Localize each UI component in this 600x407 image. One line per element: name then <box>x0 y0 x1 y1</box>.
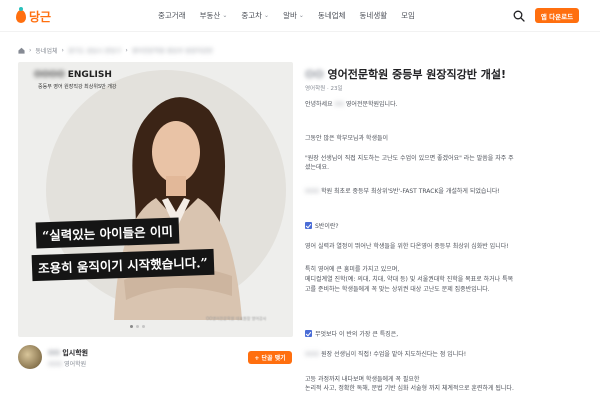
nav-item-label: 중고거래 <box>158 11 186 20</box>
main-nav: 중고거래 부동산 ⌄ 중고차 ⌄ 알바 ⌄ 동네업체 동네생활 모임 <box>158 10 429 21</box>
greeting-blurred: OO <box>334 101 344 108</box>
post-paragraph: "원장 선생님이 직접 지도하는 고난도 수업이 있으면 좋겠어요" 라는 말씀… <box>305 155 514 162</box>
business-profile: OO 입시학원 OOO 영어학원 + 단골 맺기 <box>18 345 293 375</box>
post-paragraph: 그동안 많은 학부모님과 학생들이 <box>305 135 389 142</box>
nav-item[interactable]: 동네생활 <box>360 10 388 21</box>
nav-item[interactable]: 동네업체 <box>318 10 346 21</box>
breadcrumb-post: 영어전문학원 중등부 원장직강반 <box>131 48 213 55</box>
post-paragraph: 특히 영어에 큰 흥미를 가지고 있으며, <box>305 266 400 273</box>
business-category-blurred: OOO <box>48 361 63 368</box>
carousel-dot[interactable] <box>136 325 139 328</box>
breadcrumb: › 동네업체 › 경기도 성남시 분당구 › 영어전문학원 중등부 원장직강반 <box>18 46 213 55</box>
top-header: 당근 중고거래 부동산 ⌄ 중고차 ⌄ 알바 ⌄ 동네업체 동네생활 모임 앱 다운로드 <box>0 0 600 32</box>
nav-item-label: 중고차 <box>241 11 263 20</box>
nav-item[interactable]: 중고거래 <box>158 10 186 21</box>
paragraph-text: 학원 최초로 중등부 최상위'S반'-FAST TRACK을 개설하게 되었습니… <box>321 188 500 195</box>
search-icon[interactable] <box>513 10 525 22</box>
paragraph-text: 원장 선생님이 직접! 수업을 맡아 지도하신다는 점 입니다! <box>321 351 467 358</box>
business-category-text: 영어학원 <box>64 361 87 368</box>
carrot-icon <box>16 7 26 23</box>
post-paragraph: OOO 학원 최초로 중등부 최상위'S반'-FAST TRACK을 개설하게 … <box>305 187 500 196</box>
logo-text: 당근 <box>29 10 52 24</box>
greeting-post: 영어전문학원입니다. <box>345 101 398 108</box>
breadcrumb-separator: › <box>61 47 64 54</box>
nav-item[interactable]: 중고차 ⌄ <box>241 10 269 21</box>
nav-item[interactable]: 부동산 ⌄ <box>200 10 228 21</box>
carousel-dot[interactable] <box>130 325 133 328</box>
breadcrumb-region[interactable]: 경기도 성남시 분당구 <box>68 46 122 55</box>
nav-item-label: 동네업체 <box>317 11 346 20</box>
post-greeting: 안녕하세요 OO 영어전문학원입니다. <box>305 100 398 109</box>
paragraph-blurred: OOO <box>305 188 320 195</box>
teacher-photo <box>114 97 242 320</box>
check-icon <box>305 330 312 337</box>
question-text: S반이란? <box>315 223 339 230</box>
nav-item-label: 부동산 <box>199 11 221 20</box>
hero-quote-line1: “실력있는 아이들은 이미 <box>35 217 180 249</box>
post-paragraph: 고등 과정까지 내다보며 학생들에게 꼭 필요한 <box>305 376 420 383</box>
carousel-dot[interactable] <box>142 325 145 328</box>
check-icon <box>305 222 312 229</box>
home-icon[interactable] <box>18 47 25 54</box>
nav-item[interactable]: 알바 ⌄ <box>283 10 304 21</box>
carousel-dots <box>130 325 145 328</box>
hero-caption: OO영어전문학원 대표원장 영어강사 <box>206 316 267 321</box>
post-paragraph: 고를 준비하는 학생들에게 꼭 맞는 상위권 대상 고난도 문제 집중반입니다. <box>305 286 490 293</box>
breadcrumb-local-business[interactable]: 동네업체 <box>35 46 57 55</box>
nav-item-label: 동네생활 <box>359 11 388 20</box>
greeting-pre: 안녕하세요 <box>305 101 333 108</box>
academy-brand: OOOO ENGLISH <box>34 70 112 80</box>
chevron-down-icon: ⌄ <box>264 12 270 19</box>
paragraph-blurred: OOO <box>305 351 320 358</box>
post-title-blurred: OO <box>305 68 324 81</box>
post-paragraph: OOO 원장 선생님이 직접! 수업을 맡아 지도하신다는 점 입니다! <box>305 350 466 359</box>
post-meta: 영어학원 · 23일 <box>305 86 343 92</box>
avatar[interactable] <box>18 345 42 369</box>
business-name-blurred: OO <box>48 349 60 357</box>
daangn-logo[interactable]: 당근 <box>16 7 52 25</box>
post-question: S반이란? <box>305 222 339 231</box>
question-text: 무엇보다 이 반의 가장 큰 특징은, <box>315 331 399 338</box>
post-image-carousel[interactable]: OOOO ENGLISH 중등부 영어 원장직강 최상위S반 개강 “실력있는 … <box>18 62 293 337</box>
post-paragraph: 셨는데요. <box>305 164 329 171</box>
post-question: 무엇보다 이 반의 가장 큰 특징은, <box>305 330 398 339</box>
business-category: OOO 영어학원 <box>48 359 86 368</box>
chevron-down-icon: ⌄ <box>222 12 228 19</box>
chevron-down-icon: ⌄ <box>298 12 304 19</box>
app-download-button[interactable]: 앱 다운로드 <box>535 8 579 23</box>
nav-item-label: 모임 <box>401 11 415 20</box>
nav-item-label: 알바 <box>283 11 297 20</box>
post-title-text: 영어전문학원 중등부 원장직강반 개설! <box>327 68 506 81</box>
business-name-text: 입시학원 <box>62 349 89 357</box>
follow-button[interactable]: + 단골 맺기 <box>248 351 292 364</box>
post-paragraph: 논리적 사고, 정확한 독해, 문법 기반 심화 서술형 까지 체계적으로 훈련… <box>305 385 514 392</box>
breadcrumb-separator: › <box>125 47 128 54</box>
breadcrumb-separator: › <box>29 47 32 54</box>
nav-item[interactable]: 모임 <box>401 10 415 21</box>
academy-brand-blurred: OOOO <box>34 70 65 80</box>
academy-brand-text: ENGLISH <box>67 70 112 80</box>
post-paragraph: 메디컬계열 진학(예: 의대, 치대, 약대 등) 및 서울권대학 진학을 목표… <box>305 276 514 283</box>
business-name[interactable]: OO 입시학원 <box>48 348 88 358</box>
post-paragraph: 영어 실력과 열정이 뛰어난 학생들을 위한 다온영어 중등부 최상위 심화반 … <box>305 243 509 250</box>
post-title: OO 영어전문학원 중등부 원장직강반 개설! <box>305 66 506 82</box>
